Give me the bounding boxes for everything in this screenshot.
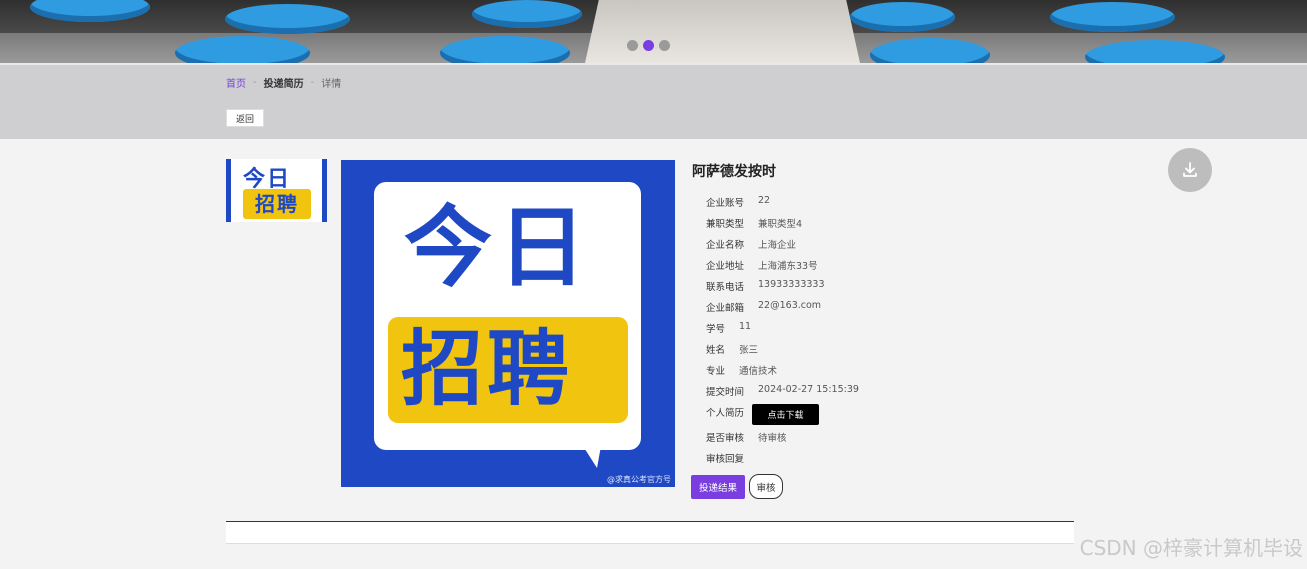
thumbnail-image[interactable]: 今日 招聘 <box>226 159 327 222</box>
field-value: 2024-02-27 15:15:39 <box>758 384 859 395</box>
review-button[interactable]: 审核 <box>749 474 783 499</box>
field-value: 上海浦东33号 <box>758 261 818 272</box>
breadcrumb-separator: - <box>310 77 315 88</box>
carousel-dot[interactable] <box>627 40 638 51</box>
detail-title: 阿萨德发按时 <box>692 164 776 180</box>
field-label: 企业账号 <box>706 198 745 209</box>
field-label: 兼职类型 <box>706 219 745 230</box>
thumbnail-text-2: 招聘 <box>255 192 299 216</box>
banner-seat <box>30 0 150 22</box>
field-value: 通信技术 <box>739 366 778 377</box>
detail-row: 专业 通信技术 <box>706 363 777 377</box>
banner-seat <box>225 4 350 34</box>
banner-seat <box>850 2 955 32</box>
breadcrumb-section[interactable]: 投递简历 <box>264 75 304 90</box>
field-label: 企业名称 <box>706 240 745 251</box>
header-band <box>0 63 1307 139</box>
main-image: 今日 招聘 @求真公考官方号 <box>341 160 675 487</box>
detail-row: 企业账号 22 <box>706 195 770 209</box>
detail-row: 企业邮箱 22@163.com <box>706 300 821 314</box>
breadcrumb-separator: - <box>253 77 257 88</box>
delivery-result-button[interactable]: 投递结果 <box>691 475 745 499</box>
banner-carousel <box>0 0 1307 63</box>
detail-row: 个人简历 <box>706 405 744 419</box>
resume-download-button[interactable]: 点击下载 <box>752 404 819 425</box>
carousel-dot[interactable] <box>659 40 670 51</box>
back-button[interactable]: 返回 <box>226 109 264 127</box>
field-value: 22 <box>758 195 771 206</box>
field-label: 企业邮箱 <box>706 303 745 314</box>
detail-row: 兼职类型 兼职类型4 <box>706 216 802 230</box>
field-label: 学号 <box>706 324 726 335</box>
watermark: CSDN @梓豪计算机毕设 <box>1079 536 1303 560</box>
download-icon <box>1183 162 1197 177</box>
field-value: 11 <box>739 321 752 332</box>
main-image-bubble-tail <box>583 446 601 468</box>
content-divider <box>226 521 1074 544</box>
field-label: 专业 <box>706 366 726 377</box>
download-button[interactable] <box>1168 148 1212 192</box>
field-value: 兼职类型4 <box>758 219 803 230</box>
field-label: 是否审核 <box>706 433 745 444</box>
field-value: 上海企业 <box>758 240 797 251</box>
detail-row: 审核回复 <box>706 451 744 465</box>
breadcrumb: 首页 - 投递简历 - 详情 <box>226 75 341 90</box>
banner-table <box>585 0 860 63</box>
banner-seat <box>472 0 582 28</box>
carousel-dot-active[interactable] <box>643 40 654 51</box>
field-label: 姓名 <box>706 345 726 356</box>
field-value: 张三 <box>739 345 759 356</box>
banner-seat <box>175 36 310 63</box>
main-image-watermark: @求真公考官方号 <box>607 475 671 484</box>
detail-row: 学号 11 <box>706 321 751 335</box>
field-value: 22@163.com <box>758 300 822 311</box>
field-value: 待审核 <box>758 433 787 444</box>
detail-row: 姓名 张三 <box>706 342 758 356</box>
banner-seat <box>440 36 570 63</box>
detail-row: 是否审核 待审核 <box>706 430 787 444</box>
detail-row: 企业名称 上海企业 <box>706 237 796 251</box>
field-label: 审核回复 <box>706 454 745 465</box>
field-label: 个人简历 <box>706 408 745 419</box>
detail-row: 联系电话 13933333333 <box>706 279 825 293</box>
breadcrumb-home[interactable]: 首页 <box>226 75 246 90</box>
detail-row: 企业地址 上海浦东33号 <box>706 258 818 272</box>
main-image-text-2: 招聘 <box>401 322 574 417</box>
field-label: 联系电话 <box>706 282 745 293</box>
thumbnail-yellow-box: 招聘 <box>243 189 311 219</box>
carousel-dots <box>627 40 670 51</box>
field-value: 13933333333 <box>758 279 825 290</box>
detail-row: 提交时间 2024-02-27 15:15:39 <box>706 384 859 398</box>
breadcrumb-current: 详情 <box>321 79 342 90</box>
field-label: 企业地址 <box>706 261 745 272</box>
banner-seat <box>1050 2 1175 32</box>
main-image-text-1: 今日 <box>404 196 593 299</box>
field-label: 提交时间 <box>706 387 745 398</box>
